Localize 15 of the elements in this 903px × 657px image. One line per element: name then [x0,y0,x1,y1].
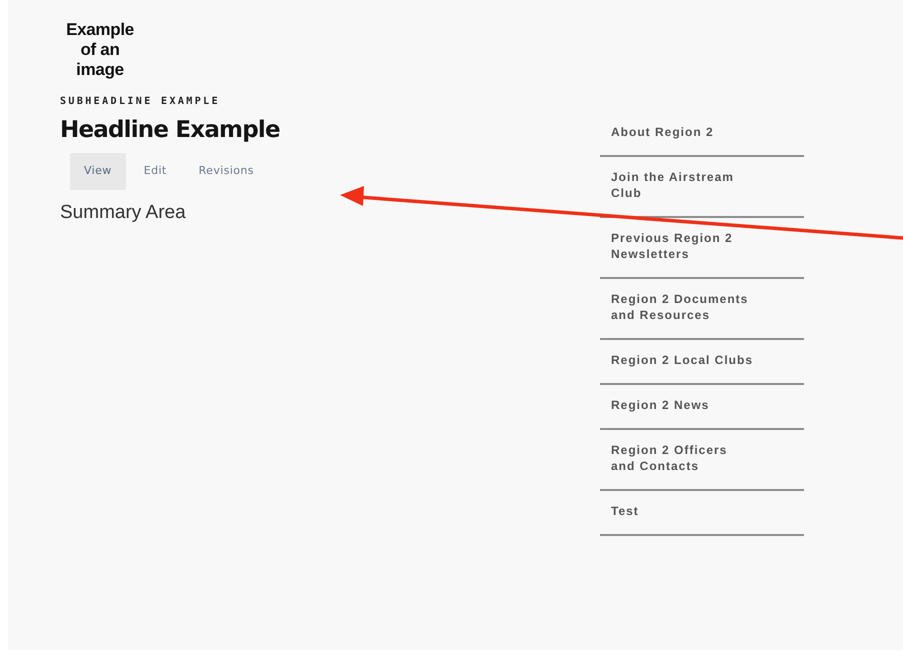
headline: Headline Example [60,117,280,143]
tab[interactable]: Edit [130,153,181,190]
sidebar-link[interactable]: Region 2 News [600,385,804,430]
sidebar-link[interactable]: Join the Airstream Club [600,157,804,218]
sidebar-link[interactable]: Region 2 Local Clubs [600,340,804,385]
tab[interactable]: View [70,153,126,190]
sidebar-link[interactable]: About Region 2 [600,112,804,157]
sidebar-link[interactable]: Test [600,491,804,536]
sidebar-link[interactable]: Previous Region 2 Newsletters [600,218,804,279]
sidebar-link[interactable]: Region 2 Documents and Resources [600,279,804,340]
sidebar-link[interactable]: Region 2 Officers and Contacts [600,430,804,491]
summary-text: Summary Area [60,202,186,224]
subheadline: SUBHEADLINE EXAMPLE [60,96,220,107]
image-placeholder-text: Example of an image [65,20,135,80]
tab[interactable]: Revisions [184,153,268,190]
